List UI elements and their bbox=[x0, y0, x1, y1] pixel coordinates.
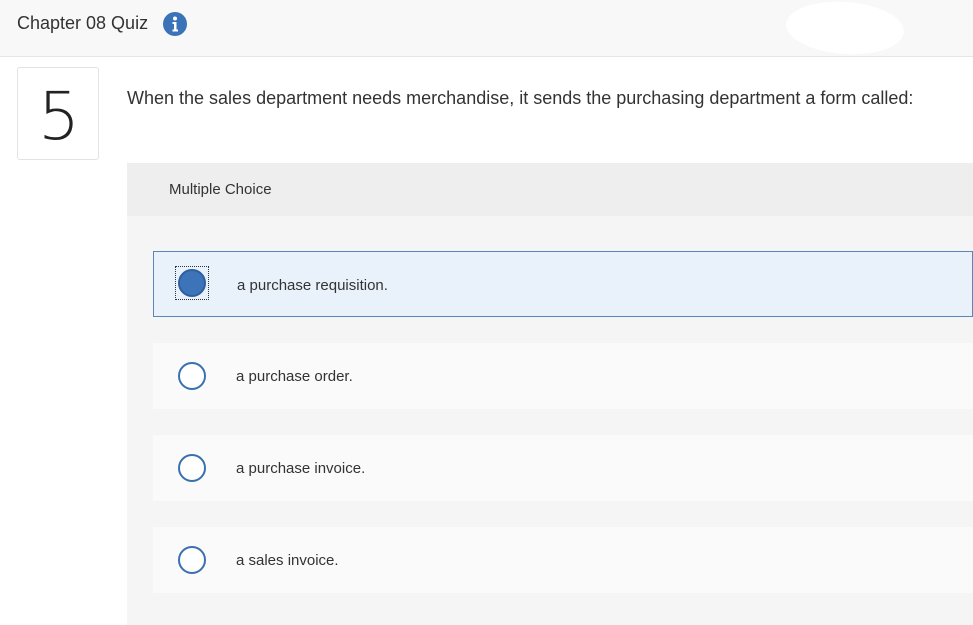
option-d[interactable]: a sales invoice. bbox=[153, 527, 973, 593]
quiz-title: Chapter 08 Quiz bbox=[17, 13, 149, 33]
radio-button[interactable] bbox=[178, 362, 206, 390]
option-label: a purchase order. bbox=[236, 368, 353, 385]
radio-button-selected[interactable] bbox=[178, 269, 206, 297]
redaction-blob bbox=[784, 0, 906, 59]
question-type-bar: Multiple Choice bbox=[127, 163, 973, 216]
radio-button[interactable] bbox=[178, 546, 206, 574]
info-icon[interactable] bbox=[163, 12, 187, 36]
question-number-box: 5 bbox=[17, 67, 99, 160]
question-text: When the sales department needs merchand… bbox=[127, 88, 914, 108]
option-b[interactable]: a purchase order. bbox=[153, 343, 973, 409]
option-c[interactable]: a purchase invoice. bbox=[153, 435, 973, 501]
question-number: 5 bbox=[38, 78, 80, 155]
question-type-label: Multiple Choice bbox=[169, 181, 272, 198]
quiz-header: Chapter 08 Quiz bbox=[0, 0, 973, 59]
option-label: a sales invoice. bbox=[236, 552, 339, 569]
radio-button[interactable] bbox=[178, 454, 206, 482]
option-a[interactable]: a purchase requisition. bbox=[153, 251, 973, 317]
option-label: a purchase requisition. bbox=[237, 277, 388, 294]
option-label: a purchase invoice. bbox=[236, 460, 366, 477]
